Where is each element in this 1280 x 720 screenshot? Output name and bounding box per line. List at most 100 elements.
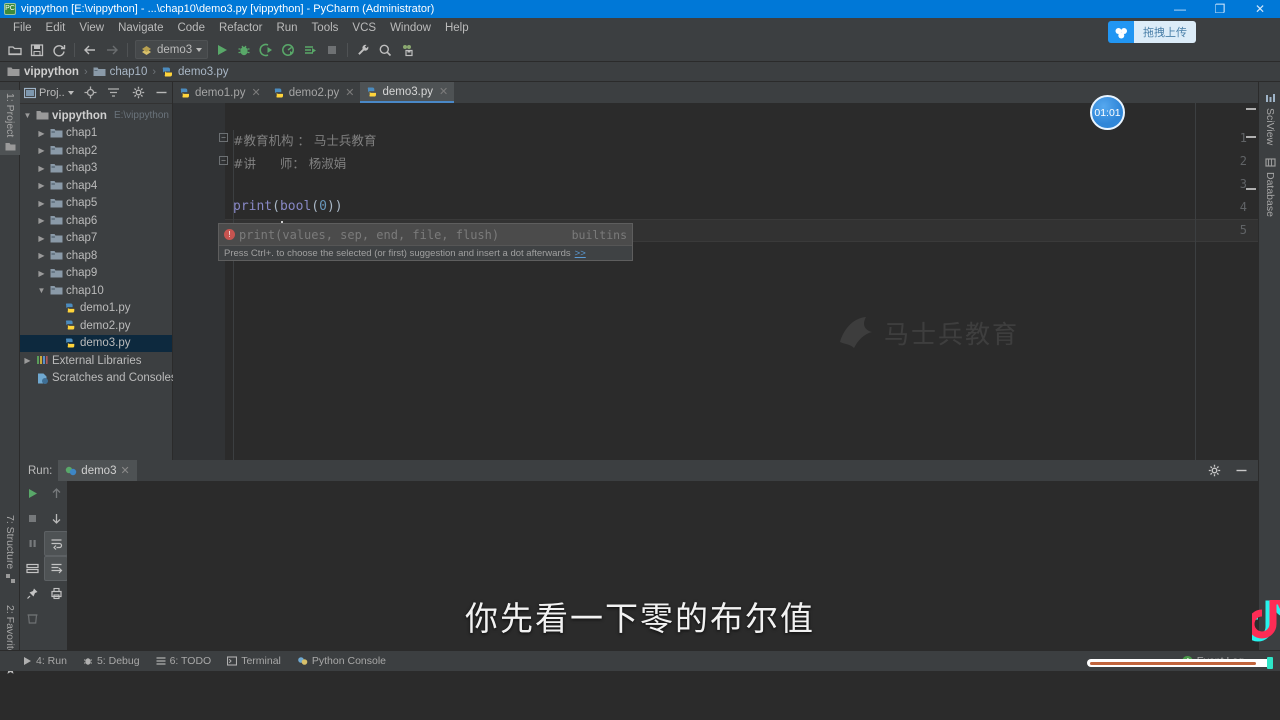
tree-item-chap4[interactable]: ▶ chap4 bbox=[20, 177, 172, 195]
tree-item-chap7[interactable]: ▶ chap7 bbox=[20, 230, 172, 248]
scroll-down-icon[interactable] bbox=[44, 506, 68, 531]
menu-item-navigate[interactable]: Navigate bbox=[111, 20, 170, 36]
menu-item-help[interactable]: Help bbox=[438, 20, 476, 36]
menu-item-view[interactable]: View bbox=[72, 20, 111, 36]
sidebar-item-project[interactable]: 1: Project bbox=[0, 90, 20, 156]
tree-item-label: Scratches and Consoles bbox=[52, 372, 177, 385]
close-button[interactable]: ✕ bbox=[1240, 0, 1280, 18]
fold-marker[interactable]: − bbox=[219, 133, 228, 142]
chevron-right-icon[interactable]: ▶ bbox=[36, 199, 47, 208]
autocomplete-popup[interactable]: ! print(values, sep, end, file, flush) b… bbox=[218, 223, 633, 261]
tree-item-chap1[interactable]: ▶ chap1 bbox=[20, 125, 172, 143]
menu-item-run[interactable]: Run bbox=[269, 20, 304, 36]
menu-item-code[interactable]: Code bbox=[170, 20, 212, 36]
chevron-right-icon[interactable]: ▶ bbox=[36, 216, 47, 225]
breadcrumb-separator: › bbox=[83, 65, 88, 78]
autocomplete-hint-more[interactable]: >> bbox=[575, 248, 586, 259]
sidebar-item-database[interactable]: Database bbox=[1259, 154, 1280, 220]
close-icon[interactable]: ✕ bbox=[345, 86, 354, 99]
editor-tab-demo1[interactable]: demo1.py ✕ bbox=[173, 82, 267, 103]
profile-icon[interactable] bbox=[277, 40, 299, 60]
open-folder-icon[interactable] bbox=[4, 40, 26, 60]
chevron-right-icon[interactable]: ▶ bbox=[36, 251, 47, 260]
tree-item-vippython[interactable]: ▼ vippython E:\vippython bbox=[20, 107, 172, 125]
editor-area: demo1.py ✕ demo2.py ✕ demo3.py ✕ 1 2 3 4… bbox=[173, 82, 1258, 460]
sidebar-item-sciview[interactable]: SciView bbox=[1259, 90, 1280, 148]
stop-icon bbox=[20, 506, 44, 531]
scroll-marker[interactable] bbox=[1246, 108, 1256, 110]
scroll-marker[interactable] bbox=[1246, 188, 1256, 190]
tree-item-chap5[interactable]: ▶ chap5 bbox=[20, 195, 172, 213]
soft-wrap-icon[interactable] bbox=[44, 531, 68, 556]
vcs-update-icon[interactable] bbox=[396, 40, 418, 60]
scroll-marker[interactable] bbox=[1246, 136, 1256, 138]
tree-item-chap8[interactable]: ▶ chap8 bbox=[20, 247, 172, 265]
collapse-all-icon[interactable] bbox=[107, 86, 120, 99]
tree-item-chap2[interactable]: ▶ chap2 bbox=[20, 142, 172, 160]
minimize-button[interactable]: — bbox=[1160, 0, 1200, 18]
close-icon[interactable]: ✕ bbox=[120, 464, 129, 477]
menu-item-window[interactable]: Window bbox=[383, 20, 438, 36]
tree-item-demo3-py[interactable]: demo3.py bbox=[20, 334, 172, 352]
tree-item-demo1-py[interactable]: demo1.py bbox=[20, 300, 172, 318]
gear-icon[interactable] bbox=[132, 86, 145, 99]
run-with-console-icon[interactable] bbox=[299, 40, 321, 60]
baidu-upload-button[interactable]: 拖拽上传 bbox=[1108, 21, 1196, 43]
tree-item-chap3[interactable]: ▶ chap3 bbox=[20, 160, 172, 178]
chevron-right-icon[interactable]: ▶ bbox=[36, 146, 47, 155]
hide-icon[interactable] bbox=[155, 86, 168, 99]
run-coverage-icon[interactable] bbox=[255, 40, 277, 60]
tree-item-chap6[interactable]: ▶ chap6 bbox=[20, 212, 172, 230]
fold-marker[interactable]: − bbox=[219, 156, 228, 165]
run-configuration-selector[interactable]: demo3 bbox=[135, 40, 209, 59]
video-progress-bar[interactable] bbox=[1087, 657, 1273, 669]
close-icon[interactable]: ✕ bbox=[439, 85, 448, 98]
autocomplete-item-print[interactable]: ! print(values, sep, end, file, flush) b… bbox=[219, 224, 632, 245]
breadcrumb-item-file[interactable]: demo3.py bbox=[161, 66, 229, 78]
code-editor[interactable]: 1 2 3 4 5 − − #教育机构 ： 马士兵教育 #讲 师： 杨淑娟 pr… bbox=[173, 103, 1258, 460]
project-view-selector[interactable]: Proj.. bbox=[24, 87, 74, 99]
menu-item-vcs[interactable]: VCS bbox=[345, 20, 383, 36]
menu-item-edit[interactable]: Edit bbox=[39, 20, 73, 36]
chevron-right-icon[interactable]: ▶ bbox=[36, 269, 47, 278]
gear-icon[interactable] bbox=[1208, 464, 1221, 477]
breadcrumb-item-project[interactable]: vippython bbox=[7, 66, 79, 78]
chevron-right-icon[interactable]: ▶ bbox=[22, 356, 33, 365]
settings-wrench-icon[interactable] bbox=[352, 40, 374, 60]
line-number-gutter[interactable] bbox=[173, 103, 225, 460]
chevron-down-icon[interactable] bbox=[67, 90, 74, 95]
menu-item-refactor[interactable]: Refactor bbox=[212, 20, 269, 36]
breadcrumb-item-chap10[interactable]: chap10 bbox=[93, 66, 147, 78]
run-tab-demo3[interactable]: demo3 ✕ bbox=[58, 460, 137, 481]
tree-item-chap9[interactable]: ▶ chap9 bbox=[20, 265, 172, 283]
chevron-right-icon[interactable]: ▶ bbox=[36, 129, 47, 138]
chevron-down-icon[interactable]: ▼ bbox=[36, 286, 47, 295]
chevron-down-icon[interactable] bbox=[196, 47, 203, 52]
run-icon[interactable] bbox=[211, 40, 233, 60]
chevron-right-icon[interactable]: ▶ bbox=[36, 164, 47, 173]
hide-icon[interactable] bbox=[1235, 464, 1248, 477]
back-arrow-icon[interactable] bbox=[79, 40, 101, 60]
tree-item-scratches-and-consoles[interactable]: Scratches and Consoles bbox=[20, 370, 177, 388]
maximize-button[interactable]: ❐ bbox=[1200, 0, 1240, 18]
tree-item-external-libraries[interactable]: ▶ External Libraries bbox=[20, 352, 172, 370]
editor-tab-demo2[interactable]: demo2.py ✕ bbox=[266, 82, 361, 103]
chevron-down-icon[interactable]: ▼ bbox=[22, 111, 33, 120]
tree-item-chap10[interactable]: ▼ chap10 bbox=[20, 282, 172, 300]
tree-item-demo2-py[interactable]: demo2.py bbox=[20, 317, 172, 335]
locate-target-icon[interactable] bbox=[84, 86, 97, 99]
video-progress-knob[interactable] bbox=[1267, 657, 1273, 669]
menu-item-tools[interactable]: Tools bbox=[305, 20, 346, 36]
debug-icon[interactable] bbox=[233, 40, 255, 60]
rerun-icon[interactable] bbox=[20, 481, 44, 506]
search-icon[interactable] bbox=[374, 40, 396, 60]
chevron-right-icon[interactable]: ▶ bbox=[36, 181, 47, 190]
editor-tab-demo3[interactable]: demo3.py ✕ bbox=[360, 82, 455, 103]
close-icon[interactable]: ✕ bbox=[252, 86, 261, 99]
chevron-right-icon[interactable]: ▶ bbox=[36, 234, 47, 243]
indent-guide bbox=[233, 130, 234, 460]
menu-item-file[interactable]: File bbox=[6, 20, 39, 36]
sync-refresh-icon[interactable] bbox=[48, 40, 70, 60]
save-all-icon[interactable] bbox=[26, 40, 48, 60]
